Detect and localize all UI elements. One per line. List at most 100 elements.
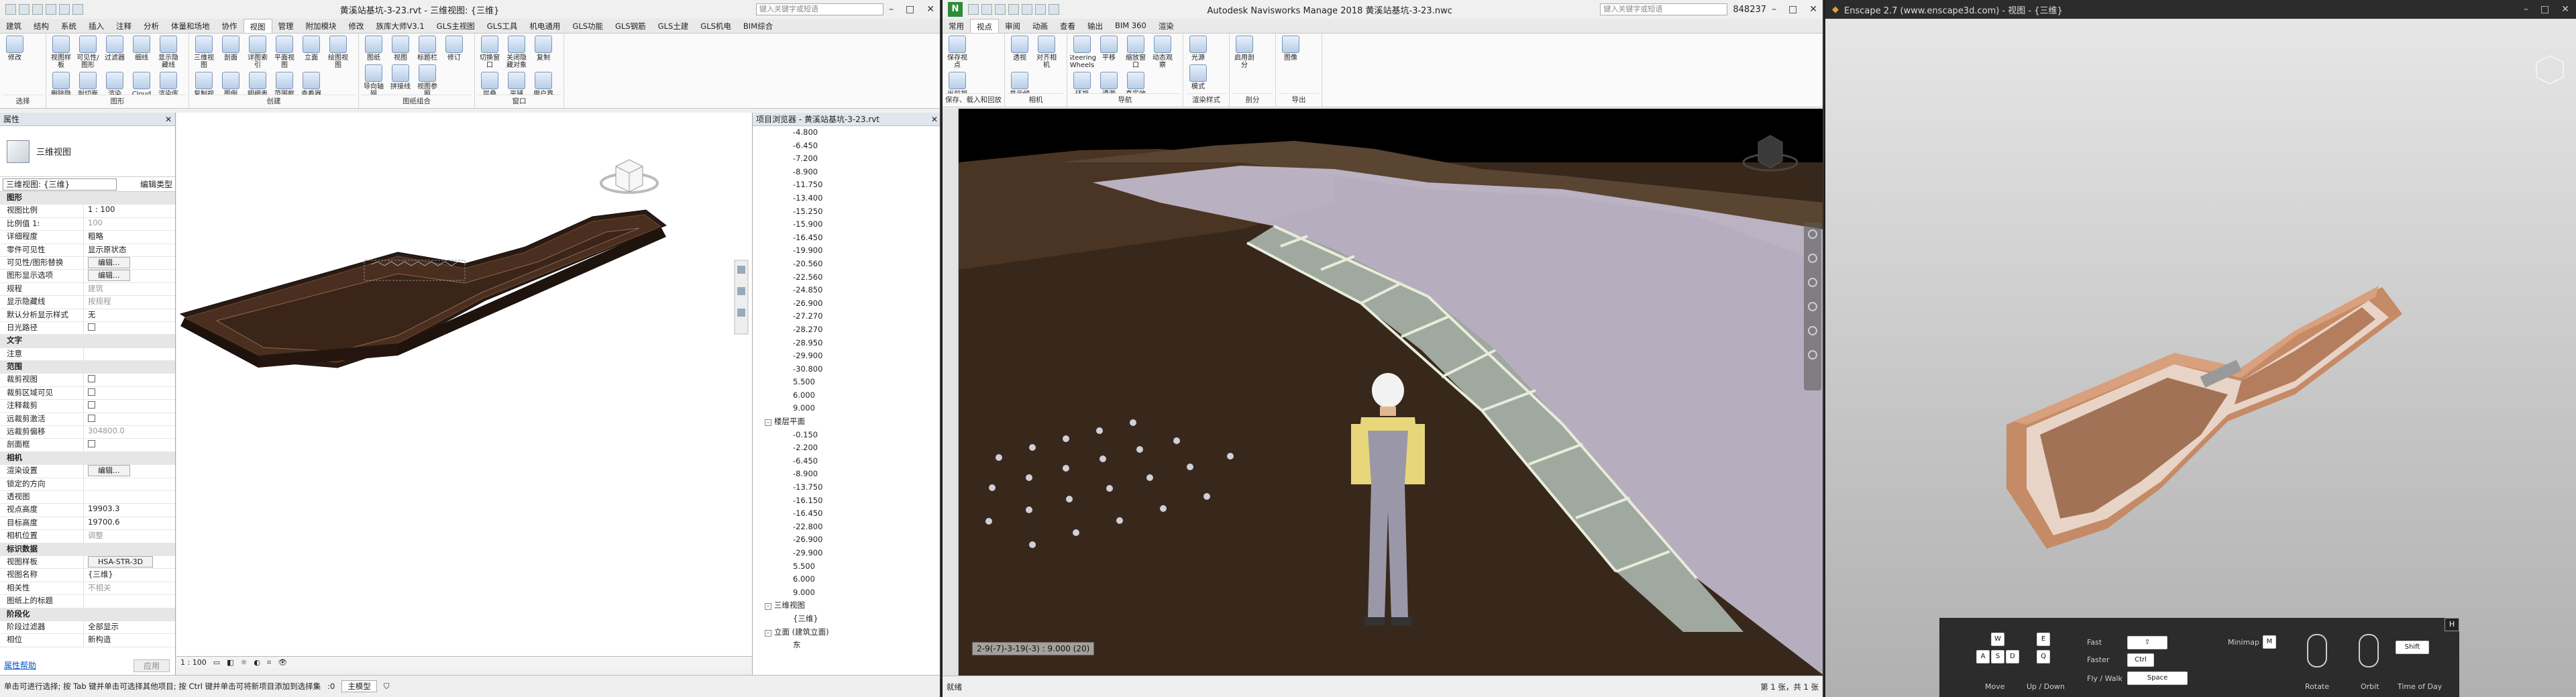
property-value[interactable] xyxy=(84,439,175,451)
browser-level-item[interactable]: -6.450 xyxy=(755,455,940,468)
property-value[interactable] xyxy=(84,595,175,607)
property-checkbox[interactable] xyxy=(88,323,95,331)
properties-help-link[interactable]: 属性帮助 xyxy=(4,659,36,671)
browser-level-item[interactable]: 6.000 xyxy=(755,389,940,403)
browser-level-item[interactable]: -2.200 xyxy=(755,441,940,455)
browser-level-item[interactable]: -8.900 xyxy=(755,468,940,481)
revit-ribbon-button-4-4[interactable]: 平铺 xyxy=(504,72,529,95)
crop-view-icon[interactable]: ⌗ xyxy=(267,658,271,667)
minimize-icon[interactable]: – xyxy=(2524,4,2528,15)
property-category[interactable]: 图形 xyxy=(0,192,175,205)
tab-bim-360[interactable]: BIM 360 xyxy=(1109,19,1152,33)
navis-ribbon-button-2-0[interactable]: Steering Wheels xyxy=(1070,36,1096,69)
navis-ribbon-button-2-5[interactable]: 漫游 xyxy=(1097,72,1121,93)
tab-常用[interactable]: 常用 xyxy=(943,19,970,33)
instance-selector[interactable]: 三维视图: {三维} xyxy=(3,178,117,191)
user-account[interactable]: 848237 xyxy=(1733,5,1766,15)
tab-查看[interactable]: 查看 xyxy=(1054,19,1081,33)
tab-bim综合[interactable]: BIM综合 xyxy=(737,19,779,33)
property-value[interactable]: 建筑 xyxy=(84,283,175,295)
collapse-icon[interactable]: – xyxy=(765,603,771,610)
browser-level-item[interactable]: -16.450 xyxy=(755,231,940,245)
tab-gls主视图[interactable]: GLS主视图 xyxy=(431,19,481,33)
navis-navigation-bar[interactable] xyxy=(1804,223,1821,390)
tab-建筑[interactable]: 建筑 xyxy=(0,19,28,33)
browser-level-item[interactable]: -24.850 xyxy=(755,284,940,297)
navis-sheet-indicator[interactable]: 第 1 张，共 1 张 xyxy=(1760,682,1819,692)
revit-ribbon-button-2-1[interactable]: 剖面 xyxy=(219,36,243,69)
browser-level-item[interactable]: -6.450 xyxy=(755,140,940,153)
revit-ribbon-button-1-1[interactable]: 可见性/图形 xyxy=(76,36,100,69)
property-edit-button[interactable]: 编辑... xyxy=(88,256,130,268)
revit-ribbon-button-3-1[interactable]: 视图 xyxy=(388,36,413,62)
revit-ribbon-button-2-10[interactable]: 查看器 xyxy=(299,72,323,95)
tab-结构[interactable]: 结构 xyxy=(28,19,55,33)
revit-ribbon-button-4-0[interactable]: 切换窗口 xyxy=(478,36,502,69)
navis-ribbon-button-0-0[interactable]: 保存视点 xyxy=(945,36,969,69)
browser-level-item[interactable]: -19.900 xyxy=(755,244,940,258)
browser-level-item[interactable]: -22.800 xyxy=(755,521,940,534)
revit-ribbon-button-1-9[interactable]: 渲染库 xyxy=(156,72,180,95)
revit-ribbon-button-4-5[interactable]: 用户界面 xyxy=(531,72,555,95)
navis-ribbon-button-0-1[interactable]: 当前视点 xyxy=(945,72,969,93)
revit-ribbon-button-2-2[interactable]: 详图索引 xyxy=(246,36,270,69)
maximize-icon[interactable]: □ xyxy=(906,4,914,15)
tab-渲染[interactable]: 渲染 xyxy=(1152,19,1180,33)
navis-ribbon-button-2-4[interactable]: 环视 xyxy=(1070,72,1094,93)
revit-ribbon-button-2-4[interactable]: 立面 xyxy=(299,36,323,69)
revit-ribbon-button-1-2[interactable]: 过滤器 xyxy=(103,36,127,69)
browser-3d-view-item[interactable]: {三维} xyxy=(755,612,940,626)
detail-level-icon[interactable]: ▭ xyxy=(213,658,220,667)
revit-ribbon-button-4-1[interactable]: 关闭隐藏对象 xyxy=(504,36,529,69)
property-category[interactable]: 文字 xyxy=(0,335,175,348)
browser-level-item[interactable]: -0.150 xyxy=(755,429,940,442)
navis-search-input[interactable]: 键入关键字或短语 xyxy=(1600,3,1728,15)
browser-level-item[interactable]: -29.900 xyxy=(755,350,940,363)
enscape-render-viewport[interactable] xyxy=(1825,19,2576,697)
navis-side-dock[interactable] xyxy=(943,109,959,676)
tab-管理[interactable]: 管理 xyxy=(272,19,300,33)
close-icon[interactable]: ✕ xyxy=(926,4,934,15)
property-category[interactable]: 范围 xyxy=(0,361,175,374)
revit-search-input[interactable]: 键入关键字或短语 xyxy=(756,3,884,15)
revit-ribbon-button-2-6[interactable]: 复制视图 xyxy=(192,72,216,95)
tab-视点[interactable]: 视点 xyxy=(970,19,999,33)
apply-button[interactable]: 应用 xyxy=(133,659,170,672)
revit-ribbon-button-1-6[interactable]: 剖切面轮廓 xyxy=(76,72,100,95)
close-icon[interactable]: ✕ xyxy=(931,115,938,124)
revit-ribbon-button-2-5[interactable]: 绘图视图 xyxy=(326,36,350,69)
navisworks-logo-icon[interactable]: N xyxy=(948,2,963,17)
tab-系统[interactable]: 系统 xyxy=(55,19,83,33)
browser-level-item[interactable]: -20.560 xyxy=(755,258,940,271)
browser-level-item[interactable]: 9.000 xyxy=(755,402,940,415)
revit-ribbon-button-2-9[interactable]: 范围框 xyxy=(272,72,297,95)
tab-gls土建[interactable]: GLS土建 xyxy=(652,19,695,33)
navis-ribbon-button-4-0[interactable]: 启用剖分 xyxy=(1232,36,1256,69)
browser-level-item[interactable]: -16.150 xyxy=(755,494,940,508)
browser-level-item[interactable]: -13.400 xyxy=(755,192,940,205)
navis-ribbon-button-3-1[interactable]: 模式 xyxy=(1186,64,1210,91)
revit-ribbon-button-3-5[interactable]: 拼接线 xyxy=(388,64,413,95)
property-value[interactable]: 显示原状态 xyxy=(84,244,175,256)
minimize-icon[interactable]: – xyxy=(1772,4,1776,15)
revit-ribbon-button-2-7[interactable]: 图例 xyxy=(219,72,243,95)
property-value[interactable]: 1 : 100 xyxy=(84,205,175,217)
navis-3d-viewport[interactable]: 2-9(-7)-3-19(-3) : 9.000 (20) xyxy=(959,109,1823,676)
property-value[interactable]: 粗略 xyxy=(84,231,175,243)
tab-gls工具[interactable]: GLS工具 xyxy=(481,19,524,33)
browser-group[interactable]: – 三维视图 xyxy=(755,599,940,612)
property-checkbox[interactable] xyxy=(88,440,95,448)
revit-ribbon-button-4-2[interactable]: 复制 xyxy=(531,36,555,69)
minimize-icon[interactable]: – xyxy=(889,4,894,15)
property-value[interactable]: 编辑... xyxy=(84,465,175,477)
property-value[interactable]: 全部显示 xyxy=(84,621,175,633)
property-checkbox[interactable] xyxy=(88,414,95,422)
revit-ribbon-button-2-0[interactable]: 三维视图 xyxy=(192,36,216,69)
revit-quick-access-toolbar[interactable] xyxy=(5,4,83,15)
navis-ribbon-button-3-0[interactable]: 光源 xyxy=(1186,36,1210,62)
revit-ribbon-button-1-5[interactable]: 删除隐藏线 xyxy=(49,72,73,95)
revit-ribbon-button-1-3[interactable]: 细线 xyxy=(129,36,154,69)
tab-族库大师v3-1[interactable]: 族库大师V3.1 xyxy=(370,19,431,33)
tab-附加模块[interactable]: 附加模块 xyxy=(300,19,343,33)
navis-ribbon-button-1-1[interactable]: 对齐相机 xyxy=(1034,36,1059,69)
